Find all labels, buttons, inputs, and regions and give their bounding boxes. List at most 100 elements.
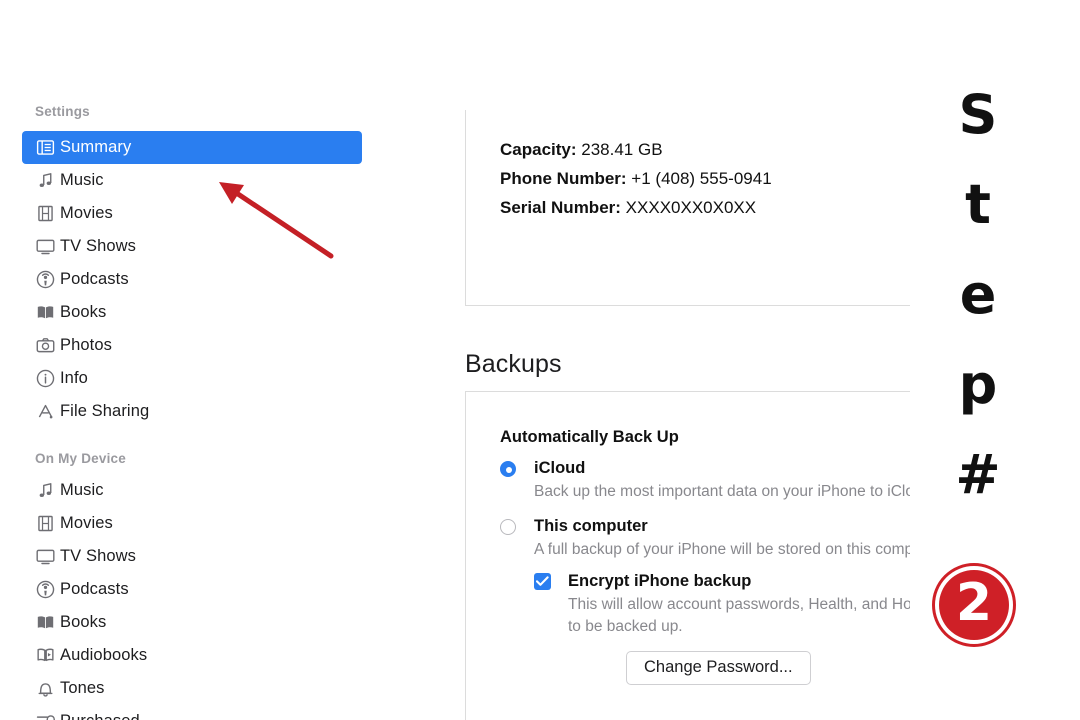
radio-icloud[interactable] bbox=[500, 461, 516, 477]
backup-option-this-computer-description: A full backup of your iPhone will be sto… bbox=[534, 540, 910, 558]
sidebar-item-info[interactable]: Info bbox=[22, 362, 362, 395]
bell-icon bbox=[30, 677, 60, 701]
automatically-back-up-heading: Automatically Back Up bbox=[500, 428, 679, 446]
backup-option-icloud-label: iCloud bbox=[534, 459, 586, 477]
tv-icon bbox=[35, 549, 55, 565]
radio-this-computer[interactable] bbox=[500, 518, 516, 535]
music-note-icon bbox=[39, 483, 51, 497]
sidebar-item-label: Purchased bbox=[60, 712, 140, 720]
checkmark-icon bbox=[536, 576, 549, 586]
sidebar-item-books[interactable]: Books bbox=[22, 296, 362, 329]
open-book-icon bbox=[37, 306, 53, 319]
music-note-icon bbox=[30, 479, 60, 503]
step-letter: # bbox=[955, 443, 1001, 506]
sidebar-list-settings: Summary Music Movies TV Shows Podcasts B… bbox=[22, 131, 362, 428]
sidebar-item-music[interactable]: Music bbox=[22, 474, 362, 507]
film-strip-icon bbox=[30, 202, 60, 226]
device-info-value: 238.41 GB bbox=[581, 140, 663, 159]
sidebar-item-movies[interactable]: Movies bbox=[22, 197, 362, 230]
sidebar-item-label: TV Shows bbox=[60, 547, 136, 565]
sidebar-item-photos[interactable]: Photos bbox=[22, 329, 362, 362]
sidebar-item-label: Music bbox=[60, 171, 104, 189]
sidebar-item-podcasts[interactable]: Podcasts bbox=[22, 573, 362, 606]
open-book-icon bbox=[37, 616, 53, 629]
sidebar-item-label: Photos bbox=[60, 336, 112, 354]
sidebar-item-file-sharing[interactable]: File Sharing bbox=[22, 395, 362, 428]
sidebar: Settings Summary Music Movies TV Shows P… bbox=[0, 0, 440, 720]
info-circle-icon bbox=[30, 367, 60, 391]
podcast-icon bbox=[36, 580, 54, 599]
device-info-label: Phone Number: bbox=[500, 169, 627, 188]
encrypt-backup-description: This will allow account passwords, Healt… bbox=[568, 596, 910, 635]
sidebar-item-music[interactable]: Music bbox=[22, 164, 362, 197]
sidebar-item-tv-shows[interactable]: TV Shows bbox=[22, 540, 362, 573]
sidebar-section-header-on-my-device: On My Device bbox=[35, 451, 126, 466]
badge-number-text: 2 bbox=[955, 573, 993, 633]
sidebar-item-label: Movies bbox=[60, 514, 113, 532]
sidebar-item-label: Summary bbox=[60, 138, 132, 156]
device-info-rows: Capacity: 238.41 GB Phone Number: +1 (40… bbox=[500, 135, 772, 222]
film-strip-icon bbox=[30, 512, 60, 536]
audiobook-icon bbox=[36, 648, 54, 662]
sidebar-section-header-settings: Settings bbox=[35, 104, 90, 119]
purchased-icon bbox=[30, 710, 60, 720]
device-info-row: Capacity: 238.41 GB bbox=[500, 135, 772, 164]
device-info-row: Serial Number: XXXX0XX0X0XX bbox=[500, 193, 772, 222]
step-letter: p bbox=[958, 353, 998, 416]
open-book-icon bbox=[30, 611, 60, 635]
tv-icon bbox=[30, 545, 60, 569]
checkbox-encrypt-backup[interactable] bbox=[534, 573, 551, 590]
step-label-vertical: S t e p # bbox=[938, 70, 1018, 520]
music-note-icon bbox=[39, 173, 51, 187]
app-file-icon bbox=[30, 400, 60, 424]
sidebar-item-purchased[interactable]: Purchased bbox=[22, 705, 362, 720]
device-info-label: Serial Number: bbox=[500, 198, 621, 217]
camera-icon bbox=[36, 338, 54, 353]
step-letter: S bbox=[958, 83, 998, 146]
bell-icon bbox=[38, 683, 53, 697]
sidebar-item-label: Podcasts bbox=[60, 580, 129, 598]
sidebar-item-label: Info bbox=[60, 369, 88, 387]
sidebar-item-label: Tones bbox=[60, 679, 105, 697]
sidebar-list-on-my-device: Music Movies TV Shows Podcasts Books Aud… bbox=[22, 474, 362, 720]
device-info-value: +1 (408) 555-0941 bbox=[631, 169, 772, 188]
music-note-icon bbox=[30, 169, 60, 193]
app-file-icon bbox=[38, 404, 52, 419]
sidebar-item-audiobooks[interactable]: Audiobooks bbox=[22, 639, 362, 672]
sidebar-item-books[interactable]: Books bbox=[22, 606, 362, 639]
film-strip-icon bbox=[37, 205, 53, 222]
sidebar-item-summary[interactable]: Summary bbox=[22, 131, 362, 164]
podcast-icon bbox=[30, 268, 60, 292]
audiobook-icon bbox=[30, 644, 60, 668]
encrypt-backup-label: Encrypt iPhone backup bbox=[568, 572, 752, 590]
sidebar-item-label: Music bbox=[60, 481, 104, 499]
device-info-value: XXXX0XX0X0XX bbox=[625, 198, 757, 217]
sidebar-item-tv-shows[interactable]: TV Shows bbox=[22, 230, 362, 263]
camera-icon bbox=[30, 334, 60, 358]
backup-option-icloud[interactable]: iCloud Back up the most important data o… bbox=[500, 458, 910, 503]
backup-option-this-computer[interactable]: This computer A full backup of your iPho… bbox=[500, 516, 910, 561]
step-letter: e bbox=[959, 263, 997, 326]
device-info-label: Capacity: bbox=[500, 140, 577, 159]
encrypt-backup-option[interactable]: Encrypt iPhone backup This will allow ac… bbox=[534, 571, 910, 685]
purchased-icon bbox=[36, 715, 55, 720]
summary-icon bbox=[30, 136, 60, 160]
device-info-panel: Capacity: 238.41 GB Phone Number: +1 (40… bbox=[465, 110, 910, 306]
main-content: Capacity: 238.41 GB Phone Number: +1 (40… bbox=[440, 0, 910, 720]
step-letter: t bbox=[965, 173, 991, 236]
sidebar-item-podcasts[interactable]: Podcasts bbox=[22, 263, 362, 296]
sidebar-item-label: File Sharing bbox=[60, 402, 150, 420]
podcast-icon bbox=[36, 270, 54, 289]
change-password-button[interactable]: Change Password... bbox=[626, 651, 811, 685]
backup-option-this-computer-label: This computer bbox=[534, 516, 648, 535]
tv-icon bbox=[30, 235, 60, 259]
sidebar-item-tones[interactable]: Tones bbox=[22, 672, 362, 705]
sidebar-item-label: Books bbox=[60, 303, 107, 321]
open-book-icon bbox=[30, 301, 60, 325]
sidebar-item-label: Books bbox=[60, 613, 107, 631]
tv-icon bbox=[35, 239, 55, 255]
device-info-row: Phone Number: +1 (408) 555-0941 bbox=[500, 164, 772, 193]
sidebar-item-movies[interactable]: Movies bbox=[22, 507, 362, 540]
sidebar-item-label: Podcasts bbox=[60, 270, 129, 288]
sidebar-item-label: TV Shows bbox=[60, 237, 136, 255]
